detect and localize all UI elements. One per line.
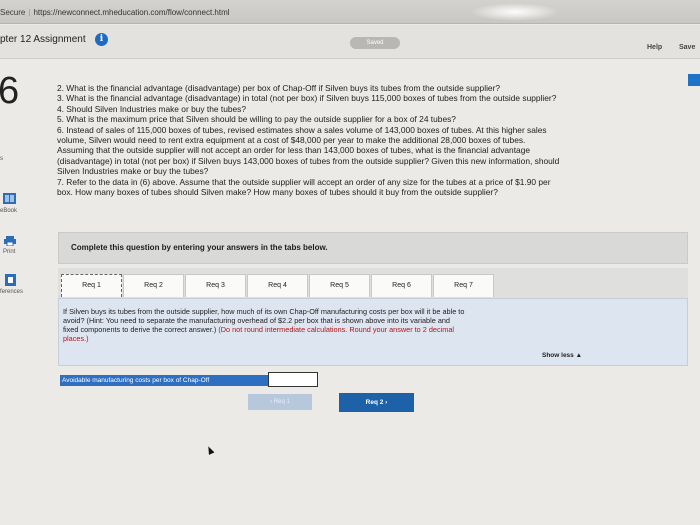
- help-link[interactable]: Help: [647, 44, 662, 51]
- question-line: 4. Should Silven Industries make or buy …: [57, 103, 247, 114]
- question-line: 3. What is the financial advantage (disa…: [57, 93, 557, 104]
- requirement-text: fixed components to derive the correct a…: [63, 325, 219, 334]
- url-separator: |: [28, 8, 31, 17]
- prev-req-button[interactable]: ‹ Req 1: [248, 394, 312, 410]
- question-text: 2. What is the financial advantage (disa…: [57, 83, 667, 197]
- print-icon[interactable]: [4, 236, 16, 246]
- question-line: 7. Refer to the data in (6) above. Assum…: [57, 176, 551, 187]
- answer-label: Avoidable manufacturing costs per box of…: [60, 375, 269, 386]
- question-line: Assuming that the outside supplier will …: [57, 145, 531, 156]
- req-tabs: Req 1 Req 2 Req 3 Req 4 Req 5 Req 6 Req …: [58, 268, 688, 298]
- ebook-label[interactable]: eBook: [0, 208, 17, 214]
- requirement-panel: If Silven buys its tubes from the outsid…: [58, 298, 688, 366]
- ebook-icon[interactable]: [3, 193, 17, 205]
- question-line: box. How many boxes of tubes should Silv…: [57, 187, 498, 198]
- assignment-header: pter 12 Assignment i Saved Help Save: [0, 25, 700, 59]
- tab-req-4[interactable]: Req 4: [247, 274, 308, 297]
- tab-req-2[interactable]: Req 2: [123, 274, 184, 297]
- right-edge-marker: [688, 74, 700, 86]
- question-line: 6. Instead of sales of 115,000 boxes of …: [57, 124, 547, 135]
- requirement-line: avoid? (Hint: You need to separate the m…: [63, 316, 450, 325]
- requirement-line: If Silven buys its tubes from the outsid…: [63, 307, 465, 316]
- answer-input[interactable]: [268, 372, 318, 387]
- instructions-bar: Complete this question by entering your …: [58, 232, 688, 264]
- question-line: volume, Silven would need to rent extra …: [57, 135, 526, 146]
- saved-status-badge: Saved: [350, 37, 400, 49]
- info-icon[interactable]: i: [95, 33, 108, 46]
- question-line: 5. What is the maximum price that Silven…: [57, 114, 456, 125]
- tab-req-5[interactable]: Req 5: [309, 274, 370, 297]
- tab-req-1[interactable]: Req 1: [61, 274, 122, 297]
- question-line: Silven Industries make or buy the tubes?: [57, 166, 209, 177]
- assignment-title: pter 12 Assignment: [0, 34, 86, 45]
- rounding-note-end: places.): [63, 334, 89, 343]
- question-line: (disadvantage) in total (not per box) if…: [57, 155, 560, 166]
- requirement-line: fixed components to derive the correct a…: [63, 325, 687, 334]
- show-less-link[interactable]: Show less ▲: [542, 352, 582, 359]
- browser-url-bar[interactable]: Secure | https://newconnect.mheducation.co…: [0, 0, 700, 24]
- question-number: 6: [0, 70, 20, 112]
- url-text[interactable]: https://newconnect.mheducation.com/flow/…: [33, 8, 229, 17]
- screen-glare: [470, 3, 560, 21]
- secure-label: Secure: [0, 8, 26, 17]
- save-link[interactable]: Save: [679, 44, 695, 51]
- rounding-note: (Do not round intermediate calculations.…: [218, 325, 454, 334]
- tab-req-6[interactable]: Req 6: [371, 274, 432, 297]
- references-label[interactable]: ferences: [0, 289, 23, 295]
- mouse-cursor-icon: [205, 445, 215, 455]
- next-req-button[interactable]: Req 2 ›: [339, 393, 414, 412]
- print-label[interactable]: Print: [3, 249, 15, 255]
- question-line: 2. What is the financial advantage (disa…: [57, 83, 501, 93]
- sidebar-fragment-s: s: [0, 156, 3, 162]
- tab-req-3[interactable]: Req 3: [185, 274, 246, 297]
- references-icon[interactable]: [5, 274, 16, 286]
- tab-req-7[interactable]: Req 7: [433, 274, 494, 297]
